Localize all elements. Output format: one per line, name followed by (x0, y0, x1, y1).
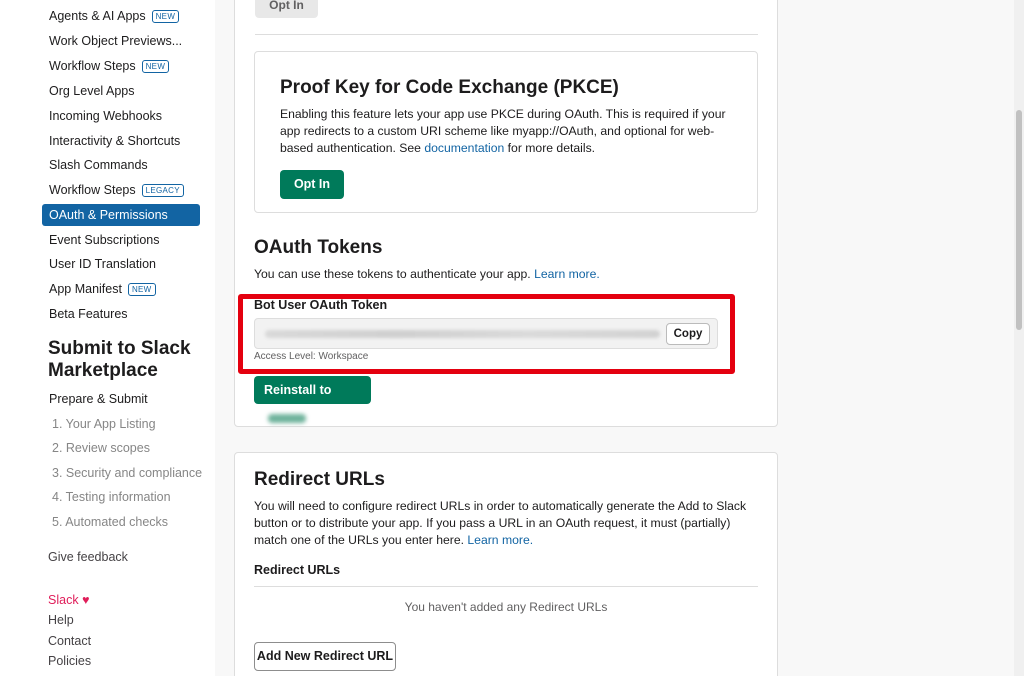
sidebar-item-slash-commands[interactable]: Slash Commands (42, 154, 200, 176)
sidebar-item-workflow-steps-legacy[interactable]: Workflow Steps LEGACY (42, 179, 200, 201)
sidebar-item-workflow-steps[interactable]: Workflow Steps NEW (42, 55, 200, 77)
redirect-learn-more-link[interactable]: Learn more. (467, 533, 533, 547)
new-badge: NEW (141, 60, 170, 73)
pkce-description-end: for more details. (504, 141, 596, 155)
sidebar-item-oauth-permissions[interactable]: OAuth & Permissions (42, 204, 200, 226)
pkce-title: Proof Key for Code Exchange (PKCE) (280, 77, 619, 98)
reinstall-button[interactable]: Reinstall to (254, 376, 371, 423)
highlight-box (238, 294, 735, 374)
sidebar: Agents & AI Apps NEW Work Object Previews… (0, 0, 215, 676)
divider (255, 34, 758, 35)
step-automated-checks[interactable]: 5. Automated checks (52, 512, 168, 532)
sidebar-item-label: Workflow Steps (49, 59, 136, 73)
redacted-workspace-name (268, 414, 306, 423)
sidebar-item-prepare-submit[interactable]: Prepare & Submit (49, 389, 148, 409)
sidebar-item-label: Interactivity & Shortcuts (49, 134, 181, 148)
sidebar-item-incoming-webhooks[interactable]: Incoming Webhooks (42, 105, 200, 127)
divider (254, 586, 758, 587)
heart-icon: ♥ (82, 593, 90, 607)
page-scrollbar[interactable] (1014, 0, 1024, 676)
reinstall-label: Reinstall to (264, 383, 332, 397)
sidebar-item-label: Incoming Webhooks (49, 109, 163, 123)
give-feedback-link[interactable]: Give feedback (48, 547, 128, 567)
step-security-compliance[interactable]: 3. Security and compliance (52, 463, 202, 483)
sidebar-item-beta-features[interactable]: Beta Features (42, 303, 200, 325)
pkce-opt-in-button[interactable]: Opt In (280, 170, 344, 199)
pkce-description: Enabling this feature lets your app use … (280, 106, 740, 157)
policies-link[interactable]: Policies (48, 651, 91, 671)
step-review-scopes[interactable]: 2. Review scopes (52, 438, 150, 458)
legacy-badge: LEGACY (141, 184, 184, 197)
sidebar-item-agents-ai-apps[interactable]: Agents & AI Apps NEW (42, 5, 200, 27)
sidebar-item-app-manifest[interactable]: App Manifest NEW (42, 278, 200, 300)
sidebar-item-label: Slash Commands (49, 158, 148, 172)
sidebar-item-label: Event Subscriptions (49, 233, 160, 247)
learn-more-link[interactable]: Learn more. (534, 267, 600, 281)
sidebar-item-interactivity-shortcuts[interactable]: Interactivity & Shortcuts (42, 130, 200, 152)
step-your-app-listing[interactable]: 1. Your App Listing (52, 414, 156, 434)
oauth-tokens-title: OAuth Tokens (254, 237, 383, 258)
step-testing-information[interactable]: 4. Testing information (52, 487, 171, 507)
sidebar-item-label: Org Level Apps (49, 84, 135, 98)
new-badge: NEW (127, 283, 156, 296)
sidebar-item-user-id-translation[interactable]: User ID Translation (42, 253, 200, 275)
sidebar-item-event-subscriptions[interactable]: Event Subscriptions (42, 229, 200, 251)
contact-link[interactable]: Contact (48, 631, 91, 651)
empty-redirect-message: You haven't added any Redirect URLs (404, 600, 608, 614)
add-redirect-url-button[interactable]: Add New Redirect URL (254, 642, 396, 671)
sidebar-item-label: Agents & AI Apps (49, 9, 146, 23)
new-badge: NEW (151, 10, 180, 23)
slack-label: Slack (48, 593, 79, 607)
sidebar-item-label: User ID Translation (49, 257, 156, 271)
redirect-urls-subheading: Redirect URLs (254, 563, 341, 577)
slack-link[interactable]: Slack ♥ (48, 590, 89, 610)
marketplace-heading: Submit to Slack Marketplace (48, 338, 191, 381)
oauth-tokens-description: You can use these tokens to authenticate… (254, 266, 754, 283)
sidebar-item-label: Workflow Steps (49, 183, 136, 197)
sidebar-item-label: Work Object Previews... (49, 34, 183, 48)
redirect-urls-title: Redirect URLs (254, 469, 385, 490)
help-link[interactable]: Help (48, 610, 74, 630)
sidebar-item-org-level-apps[interactable]: Org Level Apps (42, 80, 200, 102)
sidebar-item-label: App Manifest (49, 282, 122, 296)
sidebar-item-label: OAuth & Permissions (49, 208, 168, 222)
redirect-urls-description: You will need to configure redirect URLs… (254, 498, 754, 549)
opt-in-button-top[interactable]: Opt In (255, 0, 318, 18)
documentation-link[interactable]: documentation (424, 141, 504, 155)
sidebar-item-work-object-previews[interactable]: Work Object Previews... (42, 30, 200, 52)
oauth-tokens-description-text: You can use these tokens to authenticate… (254, 267, 535, 281)
scrollbar-thumb[interactable] (1016, 110, 1022, 330)
sidebar-item-label: Beta Features (49, 307, 128, 321)
